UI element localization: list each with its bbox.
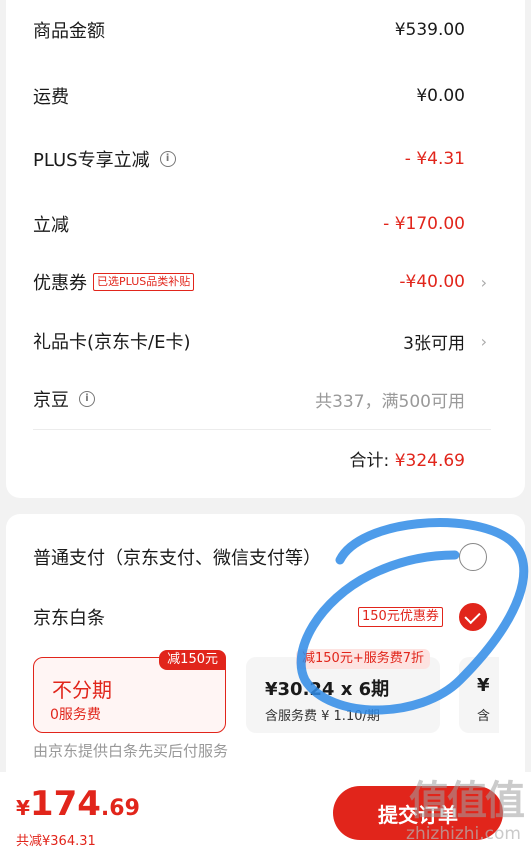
price-int: 174 (29, 784, 101, 824)
watermark-logo: 值值值 zhizhizhi.com (365, 768, 531, 852)
watermark-text: 值值值 (409, 778, 525, 824)
price-dec: .69 (100, 796, 140, 821)
watermark-site: zhizhizhi.com (406, 824, 521, 844)
pay-amount: ¥174.69 (16, 784, 140, 824)
price-symbol: ¥ (16, 796, 30, 820)
hand-drawn-circle-annotation (296, 518, 529, 715)
saved-amount: 共减¥364.31 (16, 834, 96, 849)
